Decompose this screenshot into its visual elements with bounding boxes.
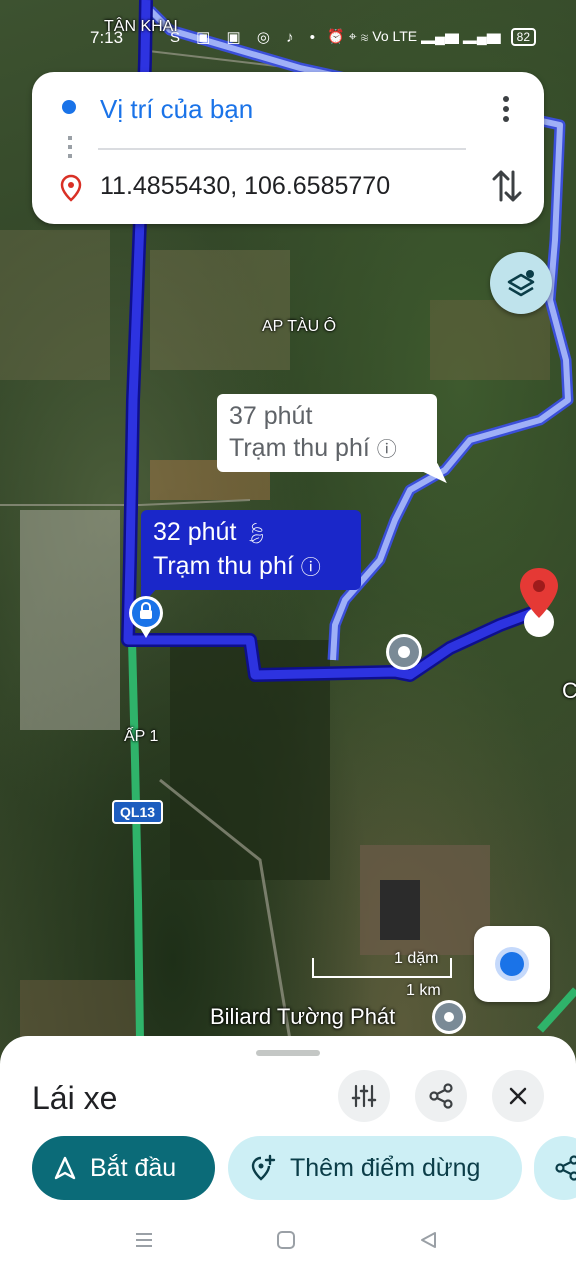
share-button[interactable]: [415, 1070, 467, 1122]
close-button[interactable]: [492, 1070, 544, 1122]
equalizer-icon: [351, 1084, 377, 1108]
alt-route-bubble[interactable]: 37 phút Trạm thu phí ⓘ: [217, 394, 437, 472]
origin-dot-icon: [62, 100, 76, 114]
notification-icons: S ▣ ▣ ◎ ♪ •: [170, 29, 322, 46]
origin-field[interactable]: Vị trí của bạn: [100, 94, 253, 125]
route-connector: [68, 136, 72, 160]
system-nav-bar: [0, 1208, 576, 1280]
toll-icon: ⓘ: [376, 439, 397, 461]
map-label-edge: C: [562, 678, 576, 703]
share-chip[interactable]: [534, 1136, 576, 1200]
route-options-button[interactable]: [338, 1070, 390, 1122]
system-icons: ⏰ ⌖ ≋ Vo LTE ▂▄▆ ▂▄▆ 82: [327, 28, 536, 46]
destination-field[interactable]: 11.4855430, 106.6585770: [100, 172, 390, 201]
navigate-arrow-icon: [54, 1156, 76, 1180]
layers-icon: [507, 270, 535, 297]
system-status-icons: ⏰ ⌖ ≋ Vo LTE ▂▄▆ ▂▄▆: [327, 28, 501, 44]
map-label-tan-khai: TÂN KHAI: [104, 18, 178, 35]
start-label: Bắt đầu: [90, 1153, 177, 1182]
add-stop-icon: [251, 1154, 276, 1181]
layers-button[interactable]: [490, 252, 552, 314]
battery-icon: 82: [510, 28, 536, 46]
start-navigation-button[interactable]: Bắt đầu: [32, 1136, 215, 1200]
destination-pin-small-icon: [60, 174, 82, 202]
add-stop-label: Thêm điểm dừng: [290, 1153, 481, 1182]
card-divider: [98, 148, 466, 150]
add-stop-button[interactable]: Thêm điểm dừng: [228, 1136, 522, 1200]
home-icon[interactable]: [276, 1230, 296, 1255]
destination-pin-icon[interactable]: [516, 566, 562, 638]
road-badge-ql13: QL13: [112, 800, 164, 824]
share-icon: [429, 1083, 453, 1109]
main-route-note: Trạm thu phí: [153, 552, 294, 580]
map-label-ap-1: ẤP 1: [124, 728, 159, 745]
locate-icon: [500, 952, 524, 976]
eco-leaf-icon: 🍃︎: [243, 523, 269, 545]
alt-route-note: Trạm thu phí: [229, 434, 370, 462]
recent-apps-icon[interactable]: [134, 1230, 154, 1255]
poi-label[interactable]: Biliard Tường Phát: [210, 1004, 395, 1030]
alt-route-time: 37 phút: [229, 402, 313, 430]
swap-icon[interactable]: [490, 166, 524, 206]
toll-marker-icon[interactable]: [126, 594, 166, 640]
scale-km: 1 km: [406, 982, 441, 999]
share-icon: [555, 1155, 576, 1181]
map-label-ap-tau-o: AP TÀU Ô: [262, 318, 337, 335]
waypoint-marker-icon[interactable]: [384, 632, 424, 672]
toll-icon: ⓘ: [300, 557, 321, 579]
travel-mode-title: Lái xe: [32, 1080, 118, 1116]
scale-bar: [312, 958, 452, 978]
poi-marker-icon[interactable]: [430, 998, 468, 1036]
sheet-drag-handle[interactable]: [256, 1050, 320, 1056]
bottom-sheet: Lái xe Bắt đầu Thêm điểm dừng: [0, 1036, 576, 1280]
my-location-button[interactable]: [474, 926, 550, 1002]
main-route-bubble[interactable]: 32 phút 🍃︎ Trạm thu phí ⓘ: [141, 510, 361, 606]
more-icon[interactable]: [496, 94, 516, 124]
back-icon[interactable]: [418, 1230, 438, 1255]
main-route-time: 32 phút: [153, 518, 237, 546]
close-icon: [509, 1087, 527, 1105]
